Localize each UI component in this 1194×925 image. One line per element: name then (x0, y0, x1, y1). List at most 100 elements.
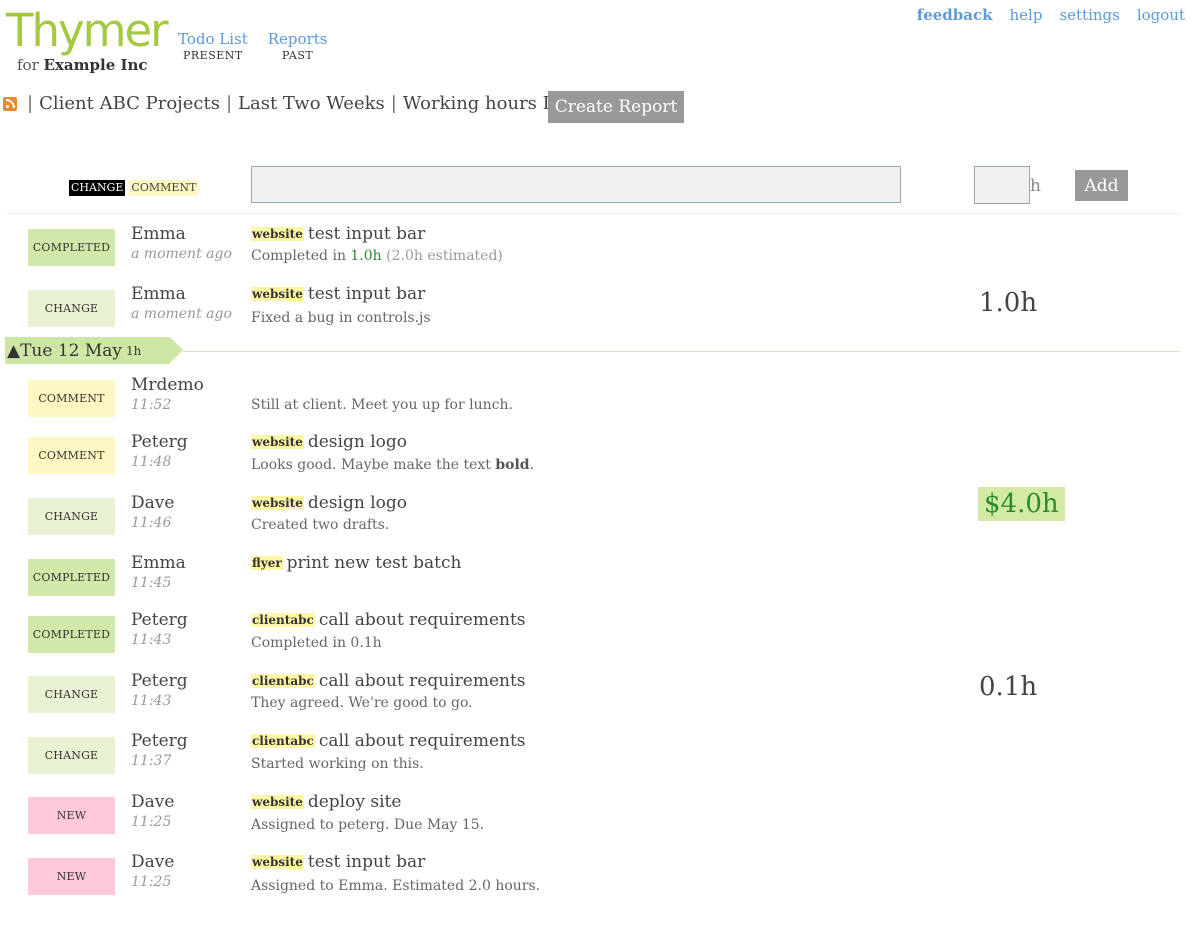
hours-input[interactable] (974, 166, 1030, 204)
logo[interactable]: Thymer for Example Inc (6, 4, 169, 75)
project-tag[interactable]: website (251, 795, 304, 809)
feed-detail: Still at client. Meet you up for lunch. (251, 397, 513, 413)
feed-task[interactable]: website test input bar (251, 284, 425, 305)
task-title[interactable]: print new test batch (287, 553, 462, 573)
project-tag[interactable]: website (251, 287, 304, 301)
divider (183, 351, 1180, 352)
type-change-toggle[interactable]: CHANGE (69, 180, 126, 196)
company-prefix: for (17, 56, 39, 74)
task-title[interactable]: test input bar (308, 852, 425, 872)
status-badge: CHANGE (28, 676, 115, 713)
feed-task[interactable]: website test input bar (251, 852, 425, 873)
rss-feed-icon[interactable] (3, 96, 17, 111)
project-tag[interactable]: flyer (251, 556, 283, 570)
detail-estimate: (2.0h estimated) (381, 248, 503, 264)
day-hours: 1h (126, 343, 142, 358)
task-title[interactable]: deploy site (308, 792, 402, 812)
entry-text-input[interactable] (251, 166, 901, 203)
task-title[interactable]: design logo (308, 493, 407, 513)
project-tag[interactable]: clientabc (251, 674, 315, 688)
feed-user[interactable]: Peterg (131, 432, 188, 452)
add-button[interactable]: Add (1075, 170, 1128, 201)
feed-task[interactable]: clientabc call about requirements (251, 610, 526, 631)
collapse-arrow-icon[interactable]: ▲ (7, 341, 20, 361)
status-badge: COMMENT (28, 437, 115, 474)
nav-reports-link[interactable]: Reports (268, 30, 328, 48)
feed-task[interactable]: website design logo (251, 493, 407, 514)
feed-task[interactable]: website deploy site (251, 792, 401, 813)
day-divider[interactable]: ▲ Tue 12 May 1h (5, 337, 183, 364)
create-report-button[interactable]: Create Report (548, 91, 684, 123)
feed-detail: They agreed. We're good to go. (251, 695, 473, 711)
nav-todo-list-link[interactable]: Todo List (178, 30, 248, 48)
company-line: for Example Inc (17, 56, 148, 74)
detail-text: Completed in (251, 248, 351, 264)
feedback-link[interactable]: feedback (917, 6, 993, 24)
feed-time: 11:52 (131, 397, 172, 413)
money-total: $4.0h (978, 487, 1065, 521)
top-links: feedback help settings logout (917, 6, 1185, 24)
detail-text: Looks good. Maybe make the text (251, 457, 496, 473)
feed-task[interactable]: clientabc call about requirements (251, 671, 526, 692)
task-title[interactable]: call about requirements (319, 610, 526, 630)
feed-time: 11:48 (131, 454, 172, 470)
logo-wordmark: Thymer (6, 4, 169, 57)
feed-user[interactable]: Peterg (131, 671, 188, 691)
feed-user[interactable]: Emma (131, 284, 186, 304)
feed-user[interactable]: Peterg (131, 610, 188, 630)
project-tag[interactable]: website (251, 227, 304, 241)
logout-link[interactable]: logout (1137, 6, 1185, 24)
feed-time: 11:43 (131, 632, 172, 648)
hours-total: 1.0h (979, 288, 1038, 318)
project-tag[interactable]: website (251, 435, 304, 449)
settings-link[interactable]: settings (1059, 6, 1119, 24)
project-tag[interactable]: clientabc (251, 734, 315, 748)
task-title[interactable]: design logo (308, 432, 407, 452)
nav-reports-sub: PAST (282, 49, 314, 62)
entry-type-chooser: CHANGE COMMENT (69, 180, 199, 196)
nav-reports[interactable]: Reports PAST (268, 30, 328, 62)
feed-user[interactable]: Dave (131, 852, 174, 872)
feed-user[interactable]: Dave (131, 493, 174, 513)
feed-detail: Started working on this. (251, 756, 424, 772)
feed-task[interactable]: flyer print new test batch (251, 553, 461, 574)
status-badge: COMMENT (28, 380, 115, 417)
day-date: Tue 12 May (20, 340, 123, 361)
feed-time: 11:45 (131, 575, 172, 591)
detail-bold: bold (495, 457, 530, 473)
task-title[interactable]: call about requirements (319, 731, 526, 751)
status-badge: COMPLETED (28, 616, 115, 653)
feed-detail: Assigned to peterg. Due May 15. (251, 817, 485, 833)
feed-task[interactable]: website design logo (251, 432, 407, 453)
help-link[interactable]: help (1010, 6, 1043, 24)
feed-user[interactable]: Emma (131, 553, 186, 573)
feed-user[interactable]: Peterg (131, 731, 188, 751)
feed-time: 11:46 (131, 515, 172, 531)
feed-task[interactable]: website test input bar (251, 224, 425, 245)
task-title[interactable]: test input bar (308, 284, 425, 304)
filter-period[interactable]: Last Two Weeks (238, 93, 385, 114)
feed-detail: Fixed a bug in controls.js (251, 310, 431, 326)
feed-detail: Assigned to Emma. Estimated 2.0 hours. (251, 878, 541, 894)
nav-todo-list[interactable]: Todo List PRESENT (178, 30, 248, 62)
feed-user[interactable]: Emma (131, 224, 186, 244)
task-title[interactable]: call about requirements (319, 671, 526, 691)
project-tag[interactable]: website (251, 855, 304, 869)
day-label: ▲ Tue 12 May 1h (5, 337, 183, 364)
project-tag[interactable]: clientabc (251, 613, 315, 627)
hours-total: 0.1h (979, 672, 1038, 702)
report-filter-bar: | Client ABC Projects | Last Two Weeks |… (3, 93, 589, 114)
type-comment-toggle[interactable]: COMMENT (129, 180, 199, 196)
main-nav: Todo List PRESENT Reports PAST (178, 30, 327, 62)
status-badge: NEW (28, 858, 115, 895)
filter-project[interactable]: Client ABC Projects (39, 93, 220, 114)
feed-task[interactable]: clientabc call about requirements (251, 731, 526, 752)
status-badge: COMPLETED (28, 559, 115, 596)
detail-suffix: . (529, 457, 535, 473)
project-tag[interactable]: website (251, 496, 304, 510)
feed-user[interactable]: Dave (131, 792, 174, 812)
feed-detail: Looks good. Maybe make the text bold. (251, 456, 534, 474)
feed-user[interactable]: Mrdemo (131, 375, 204, 395)
feed-detail: Created two drafts. (251, 517, 390, 533)
task-title[interactable]: test input bar (308, 224, 425, 244)
